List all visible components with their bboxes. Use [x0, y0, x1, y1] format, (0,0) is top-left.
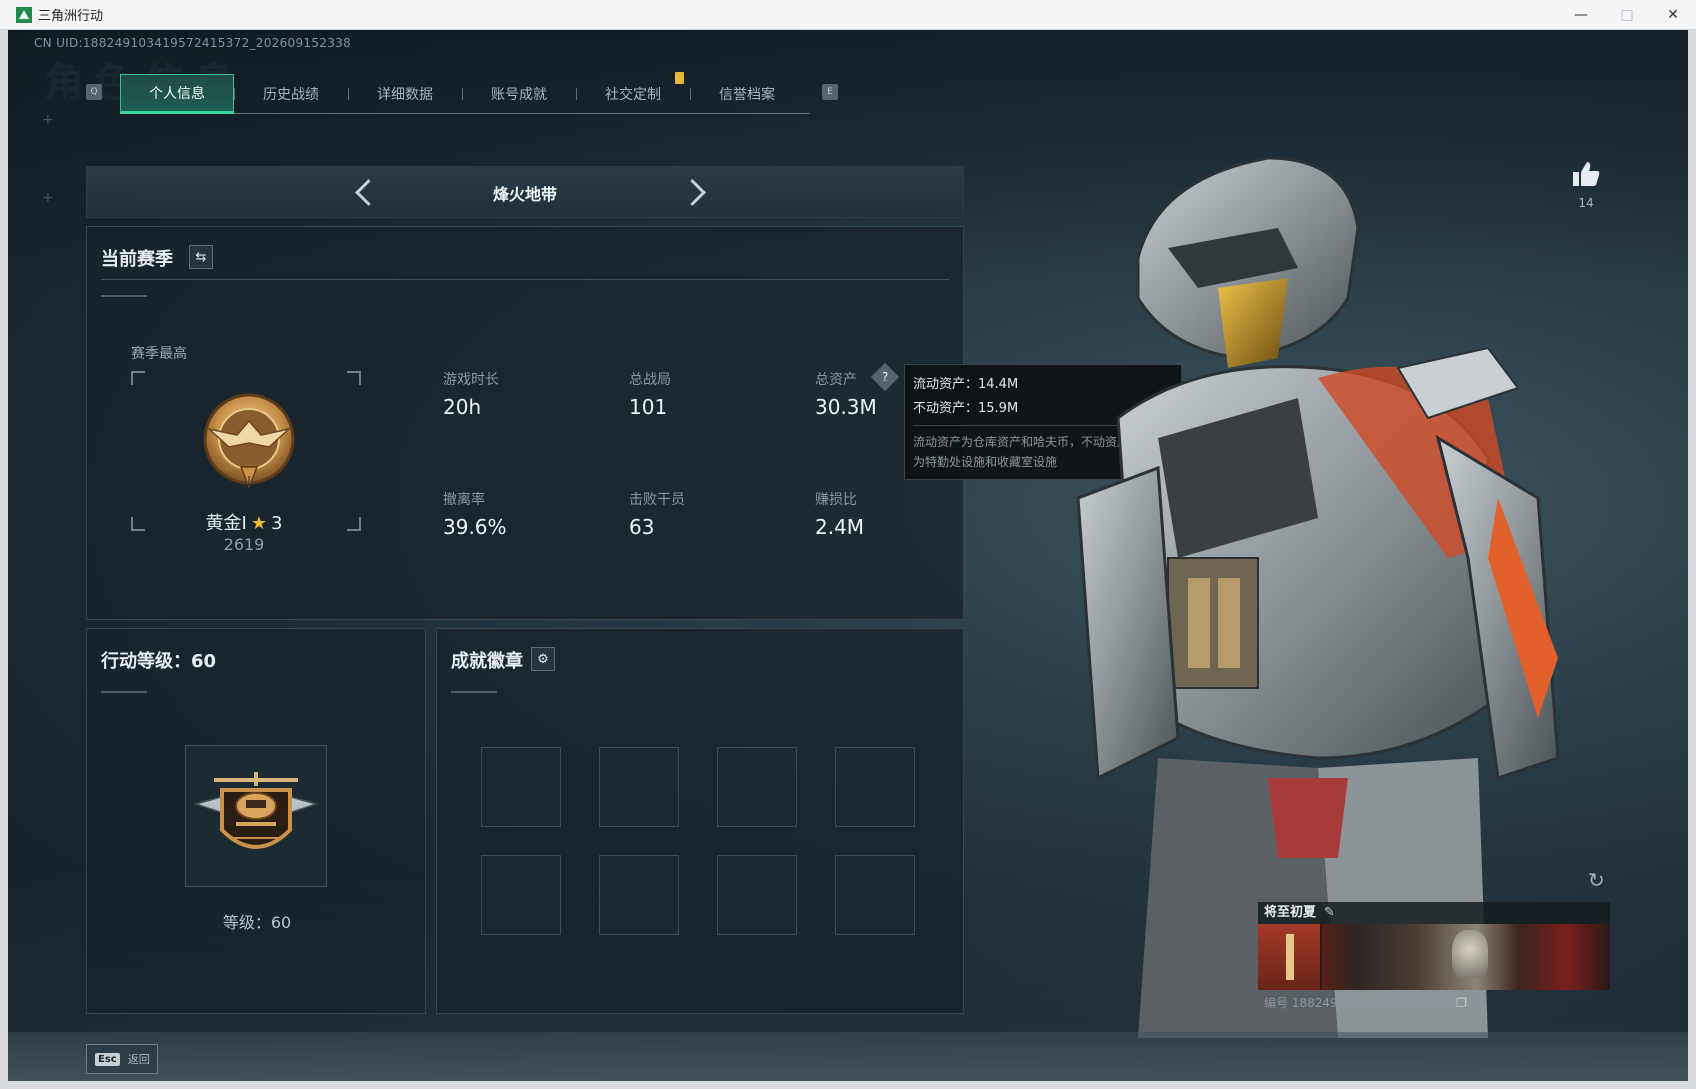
stat-play-time: 游戏时长 20h — [443, 372, 499, 419]
divider — [101, 279, 949, 280]
card-name: 将至初夏 ✎ — [1258, 902, 1610, 924]
stat-extraction-rate: 撤离率 39.6% — [443, 492, 507, 539]
app-logo-icon — [16, 6, 32, 23]
badge-slot[interactable] — [717, 747, 797, 827]
tab-account-achievements[interactable]: 账号成就 — [462, 74, 576, 114]
badge-slot[interactable] — [599, 747, 679, 827]
action-level-panel: 行动等级：60 等级：60 — [86, 628, 426, 1014]
rank-name: 黄金I ★ 3 — [205, 513, 283, 534]
badge-slot[interactable] — [717, 855, 797, 935]
edit-pencil-icon[interactable]: ✎ — [1324, 905, 1335, 920]
next-mode-arrow-icon[interactable] — [681, 177, 711, 207]
tab-next-key-hint[interactable]: E — [822, 84, 838, 100]
divider — [101, 295, 147, 297]
switch-season-icon[interactable]: ⇆ — [189, 245, 213, 269]
action-level-title: 行动等级：60 — [101, 651, 217, 672]
esc-key-hint: Esc — [95, 1052, 120, 1066]
maximize-button[interactable]: □ — [1604, 0, 1650, 30]
back-label: 返回 — [127, 1053, 150, 1066]
season-title: 当前赛季 — [101, 249, 173, 270]
achievement-badges-panel: 成就徽章 ⚙ — [436, 628, 964, 1014]
badge-slot[interactable] — [481, 747, 561, 827]
badge-slot[interactable] — [599, 855, 679, 935]
thumbs-up-icon — [1573, 162, 1600, 186]
game-viewport: 角色信息 CN UID:188249103419572415372_202609… — [8, 30, 1688, 1081]
helicopter-emblem-icon — [193, 772, 319, 849]
season-best-label: 赛季最高 — [131, 346, 187, 362]
level-value: 等级：60 — [222, 913, 292, 932]
tab-social-customization[interactable]: 社交定制 — [576, 74, 690, 114]
stat-total-matches: 总战局 101 — [629, 372, 671, 419]
close-button[interactable]: ✕ — [1650, 0, 1696, 30]
level-emblem-frame — [185, 745, 327, 887]
gold-rank-badge-icon: I — [203, 393, 295, 490]
copy-icon[interactable]: ❐ — [1456, 996, 1467, 1010]
minimize-button[interactable]: — — [1558, 0, 1604, 30]
stat-operators-defeated: 击败干员 63 — [629, 492, 685, 539]
window-title: 三角洲行动 — [38, 9, 104, 24]
mode-selector: 烽火地带 — [86, 166, 964, 218]
settings-gear-icon[interactable]: ⚙ — [531, 647, 555, 671]
crosshair-decor-icon: + — [42, 112, 54, 128]
tab-bar: 个人信息 历史战绩 详细数据 账号成就 社交定制 信誉档案 — [120, 74, 810, 114]
sword-icon — [1286, 934, 1294, 980]
bottom-bar: Esc 返回 — [8, 1032, 1688, 1081]
refresh-icon[interactable]: ↻ — [1588, 868, 1612, 892]
back-button[interactable]: Esc 返回 — [86, 1044, 158, 1074]
badge-slot[interactable] — [835, 855, 915, 935]
like-button[interactable]: 14 — [1566, 160, 1606, 210]
mode-title: 烽火地带 — [492, 185, 557, 204]
window-controls: — □ ✕ — [1558, 0, 1696, 30]
tab-credit-record[interactable]: 信誉档案 — [690, 74, 804, 114]
badge-slot[interactable] — [481, 855, 561, 935]
tab-prev-key-hint[interactable]: Q — [86, 84, 102, 100]
crosshair-decor-icon: + — [42, 190, 54, 206]
achievement-title: 成就徽章 — [451, 651, 523, 672]
star-icon: ★ — [250, 513, 267, 534]
divider — [451, 691, 497, 693]
current-season-panel: 当前赛季 ⇆ 赛季最高 I 黄金I ★ 3 2619 游戏时长 20h 总战局 … — [86, 226, 964, 620]
notification-badge — [675, 72, 684, 84]
profile-card: 将至初夏 ✎ 编号 188249103419572415372 ❐ — [1258, 902, 1610, 1012]
rank-score: 2619 — [223, 535, 265, 554]
like-count: 14 — [1578, 196, 1594, 210]
window-titlebar: 三角洲行动 — □ ✕ — [0, 0, 1696, 30]
card-id: 编号 188249103419572415372 ❐ — [1264, 996, 1467, 1010]
card-banner-image[interactable] — [1258, 924, 1610, 990]
stat-profit-loss-ratio: 赚损比 2.4M — [815, 492, 865, 539]
divider — [101, 691, 147, 693]
uid-label: CN UID:188249103419572415372_20260915233… — [34, 36, 352, 50]
svg-text:I: I — [247, 474, 251, 488]
stat-total-assets: 总资产 30.3M — [815, 372, 877, 419]
badge-slot[interactable] — [835, 747, 915, 827]
mask-icon — [1452, 930, 1488, 978]
tab-match-history[interactable]: 历史战绩 — [234, 74, 348, 114]
tab-personal-info[interactable]: 个人信息 — [120, 74, 234, 114]
tab-detailed-data[interactable]: 详细数据 — [348, 74, 462, 114]
